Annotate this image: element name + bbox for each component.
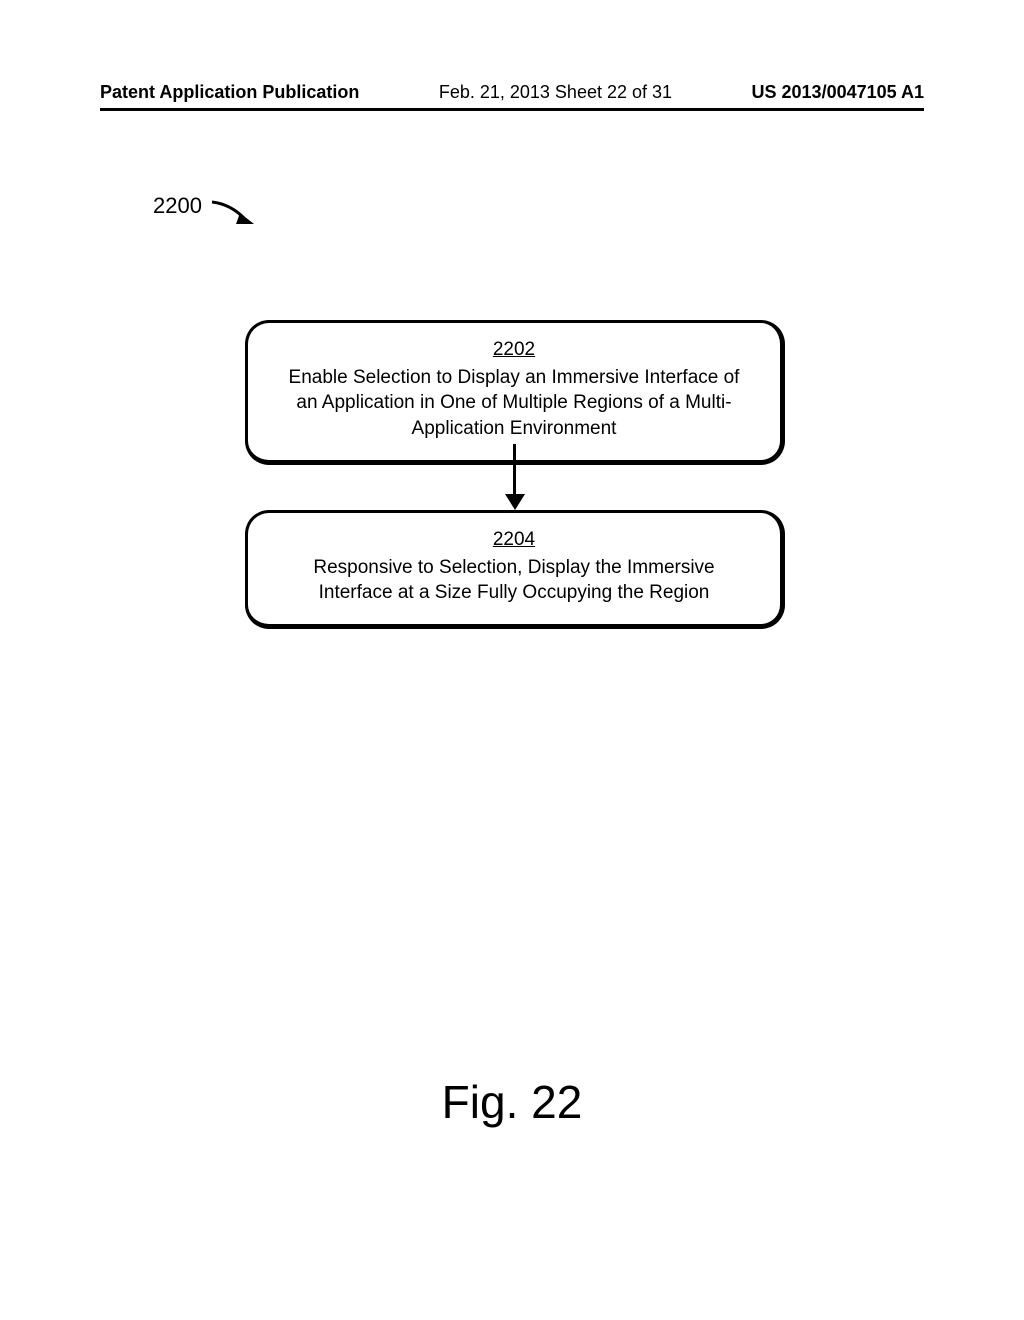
flowchart-step-2204: 2204 Responsive to Selection, Display th…	[245, 510, 785, 629]
figure-reference-number: 2200	[153, 193, 202, 219]
step-number: 2204	[278, 527, 750, 553]
flowchart-step-2202: 2202 Enable Selection to Display an Imme…	[245, 320, 785, 465]
step-text: Responsive to Selection, Display the Imm…	[313, 557, 714, 604]
step-text: Enable Selection to Display an Immersive…	[289, 367, 740, 439]
publication-type: Patent Application Publication	[100, 82, 359, 103]
publication-number: US 2013/0047105 A1	[752, 82, 924, 103]
date-and-sheet: Feb. 21, 2013 Sheet 22 of 31	[439, 82, 672, 103]
flowchart-connector	[513, 444, 516, 500]
header-rule	[100, 108, 924, 111]
figure-label: Fig. 22	[0, 1075, 1024, 1129]
arrowhead-down-icon	[505, 494, 525, 510]
page-header: Patent Application Publication Feb. 21, …	[0, 82, 1024, 103]
reference-arrow-icon	[210, 198, 260, 228]
step-number: 2202	[278, 337, 750, 363]
